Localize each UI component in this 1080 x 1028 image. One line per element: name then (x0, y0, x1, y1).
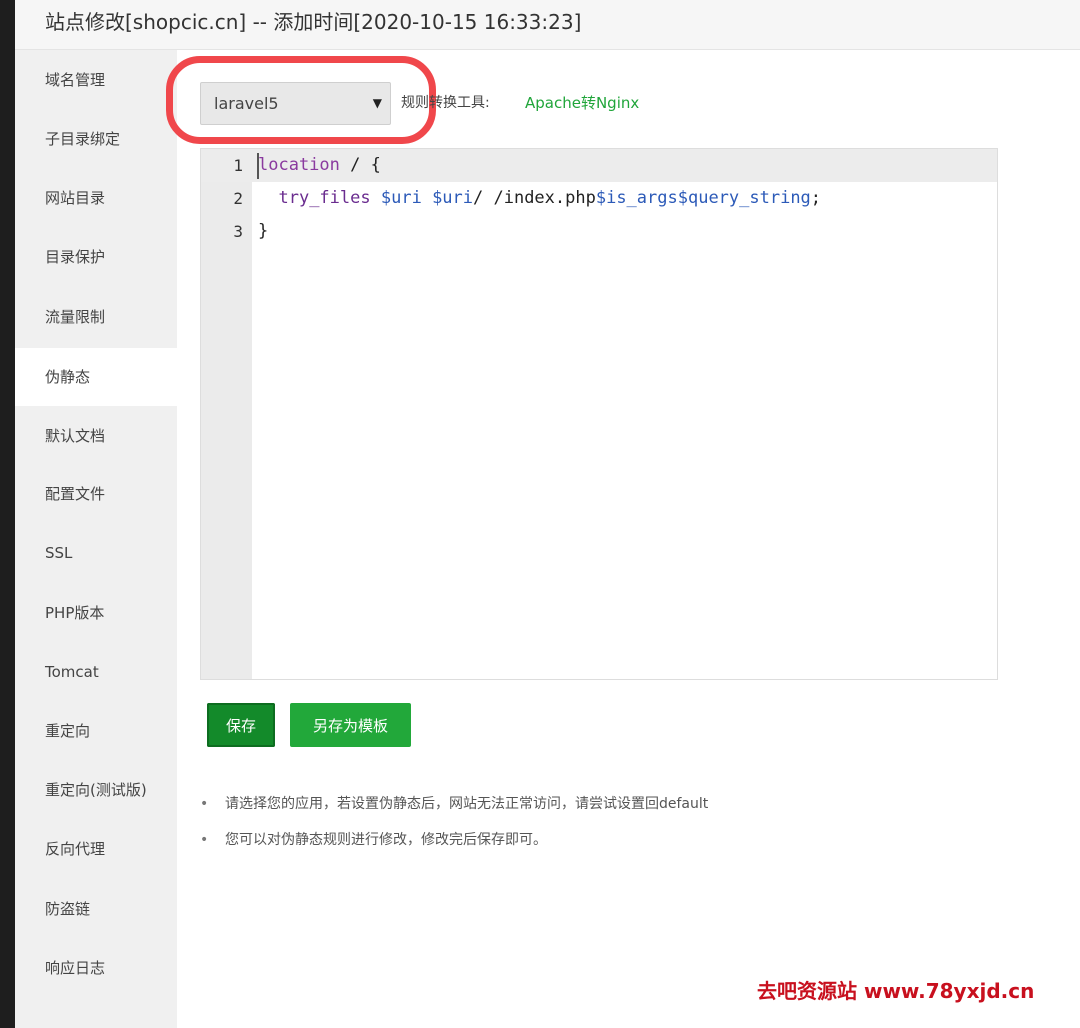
sidebar-item-redirect-beta[interactable]: 重定向(测试版) (15, 761, 177, 819)
dialog-title: 站点修改[shopcic.cn] -- 添加时间[2020-10-15 16:3… (15, 0, 1080, 50)
sidebar-item-config-file[interactable]: 配置文件 (15, 465, 177, 523)
rewrite-rule-select[interactable]: laravel5 ▼ (200, 82, 391, 125)
line-number: 2 (233, 189, 243, 208)
site-watermark: 去吧资源站 www.78yxjd.cn (757, 979, 1035, 1003)
rewrite-code-editor[interactable]: 1 2 3 location / { try_files $uri $uri/ … (200, 148, 998, 680)
apache-to-nginx-link[interactable]: Apache转Nginx (525, 92, 639, 114)
sidebar-item-subdirectory-binding[interactable]: 子目录绑定 (15, 110, 177, 168)
sidebar-item-response-log[interactable]: 响应日志 (15, 939, 177, 997)
sidebar-item-pseudo-static[interactable]: 伪静态 (15, 348, 177, 406)
settings-sidebar: 域名管理 子目录绑定 网站目录 目录保护 流量限制 伪静态 默认文档 配置文件 … (15, 50, 177, 1028)
tip-item: 请选择您的应用，若设置伪静态后，网站无法正常访问，请尝试设置回default (200, 786, 708, 822)
line-number: 1 (233, 156, 243, 175)
sidebar-item-redirect[interactable]: 重定向 (15, 702, 177, 760)
code-variable: $is_args (595, 188, 678, 208)
code-text: / /index.php (473, 188, 596, 208)
sidebar-item-tomcat[interactable]: Tomcat (15, 643, 177, 701)
sidebar-item-traffic-limit[interactable]: 流量限制 (15, 288, 177, 346)
text-cursor (257, 153, 259, 179)
code-text: / { (339, 155, 381, 175)
sidebar-item-default-document[interactable]: 默认文档 (15, 407, 177, 465)
sidebar-item-hotlink-protection[interactable]: 防盗链 (15, 880, 177, 938)
code-variable: $uri (380, 188, 422, 208)
window-left-edge (0, 0, 15, 1028)
sidebar-item-php-version[interactable]: PHP版本 (15, 584, 177, 642)
tip-item: 您可以对伪静态规则进行修改，修改完后保存即可。 (200, 822, 708, 858)
sidebar-item-domain-management[interactable]: 域名管理 (15, 51, 177, 109)
code-text: } (258, 221, 269, 241)
code-line: location / { (258, 149, 381, 182)
code-line: } (258, 215, 268, 248)
chevron-down-icon: ▼ (372, 96, 382, 110)
sidebar-item-ssl[interactable]: SSL (15, 524, 177, 582)
save-as-template-button[interactable]: 另存为模板 (290, 703, 411, 747)
rewrite-rule-value: laravel5 (214, 94, 279, 113)
code-directive: try_files (278, 188, 371, 208)
sidebar-item-site-directory[interactable]: 网站目录 (15, 169, 177, 227)
rule-converter-label: 规则转换工具: (401, 95, 490, 111)
sidebar-item-reverse-proxy[interactable]: 反向代理 (15, 820, 177, 878)
save-button[interactable]: 保存 (207, 703, 275, 747)
line-number: 3 (233, 222, 243, 241)
code-text: ; (810, 188, 822, 208)
code-line: try_files $uri $uri/ /index.php$is_args$… (258, 182, 821, 215)
sidebar-item-directory-protection[interactable]: 目录保护 (15, 228, 177, 286)
help-tips: 请选择您的应用，若设置伪静态后，网站无法正常访问，请尝试设置回default 您… (200, 786, 708, 858)
code-keyword: location (258, 155, 340, 175)
code-variable: $uri (432, 188, 474, 208)
code-variable: $query_string (677, 188, 811, 208)
